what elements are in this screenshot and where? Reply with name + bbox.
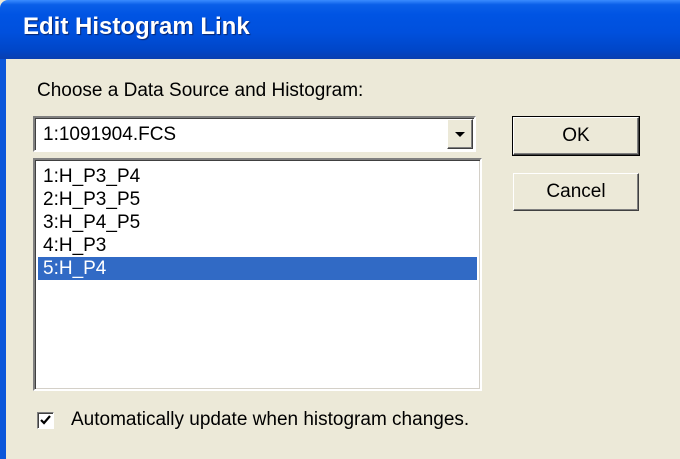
data-source-selected-value: 1:1091904.FCS	[43, 124, 177, 145]
auto-update-label: Automatically update when histogram chan…	[71, 409, 470, 430]
histogram-list-item[interactable]: 4:H_P3	[38, 234, 477, 257]
histogram-list-items: 1:H_P3_P4 2:H_P3_P5 3:H_P4_P5 4:H_P3 5:H…	[38, 165, 477, 280]
dialog-window: Edit Histogram Link Choose a Data Source…	[0, 0, 680, 459]
histogram-list-item[interactable]: 5:H_P4	[38, 257, 477, 280]
checkmark-icon	[40, 415, 51, 425]
auto-update-checkbox[interactable]	[37, 412, 54, 429]
data-source-prompt-label: Choose a Data Source and Histogram:	[37, 80, 364, 101]
histogram-list-item[interactable]: 3:H_P4_P5	[38, 211, 477, 234]
data-source-dropdown[interactable]: 1:1091904.FCS	[33, 116, 476, 152]
cancel-button[interactable]: Cancel	[513, 173, 639, 211]
chevron-down-icon	[455, 132, 465, 137]
ok-button[interactable]: OK	[512, 116, 640, 156]
dialog-title: Edit Histogram Link	[23, 13, 250, 40]
histogram-list-item[interactable]: 2:H_P3_P5	[38, 188, 477, 211]
histogram-listbox[interactable]: 1:H_P3_P4 2:H_P3_P5 3:H_P4_P5 4:H_P3 5:H…	[33, 158, 482, 391]
dropdown-button[interactable]	[447, 119, 473, 149]
title-bar[interactable]: Edit Histogram Link	[0, 0, 680, 59]
histogram-list-item[interactable]: 1:H_P3_P4	[38, 165, 477, 188]
